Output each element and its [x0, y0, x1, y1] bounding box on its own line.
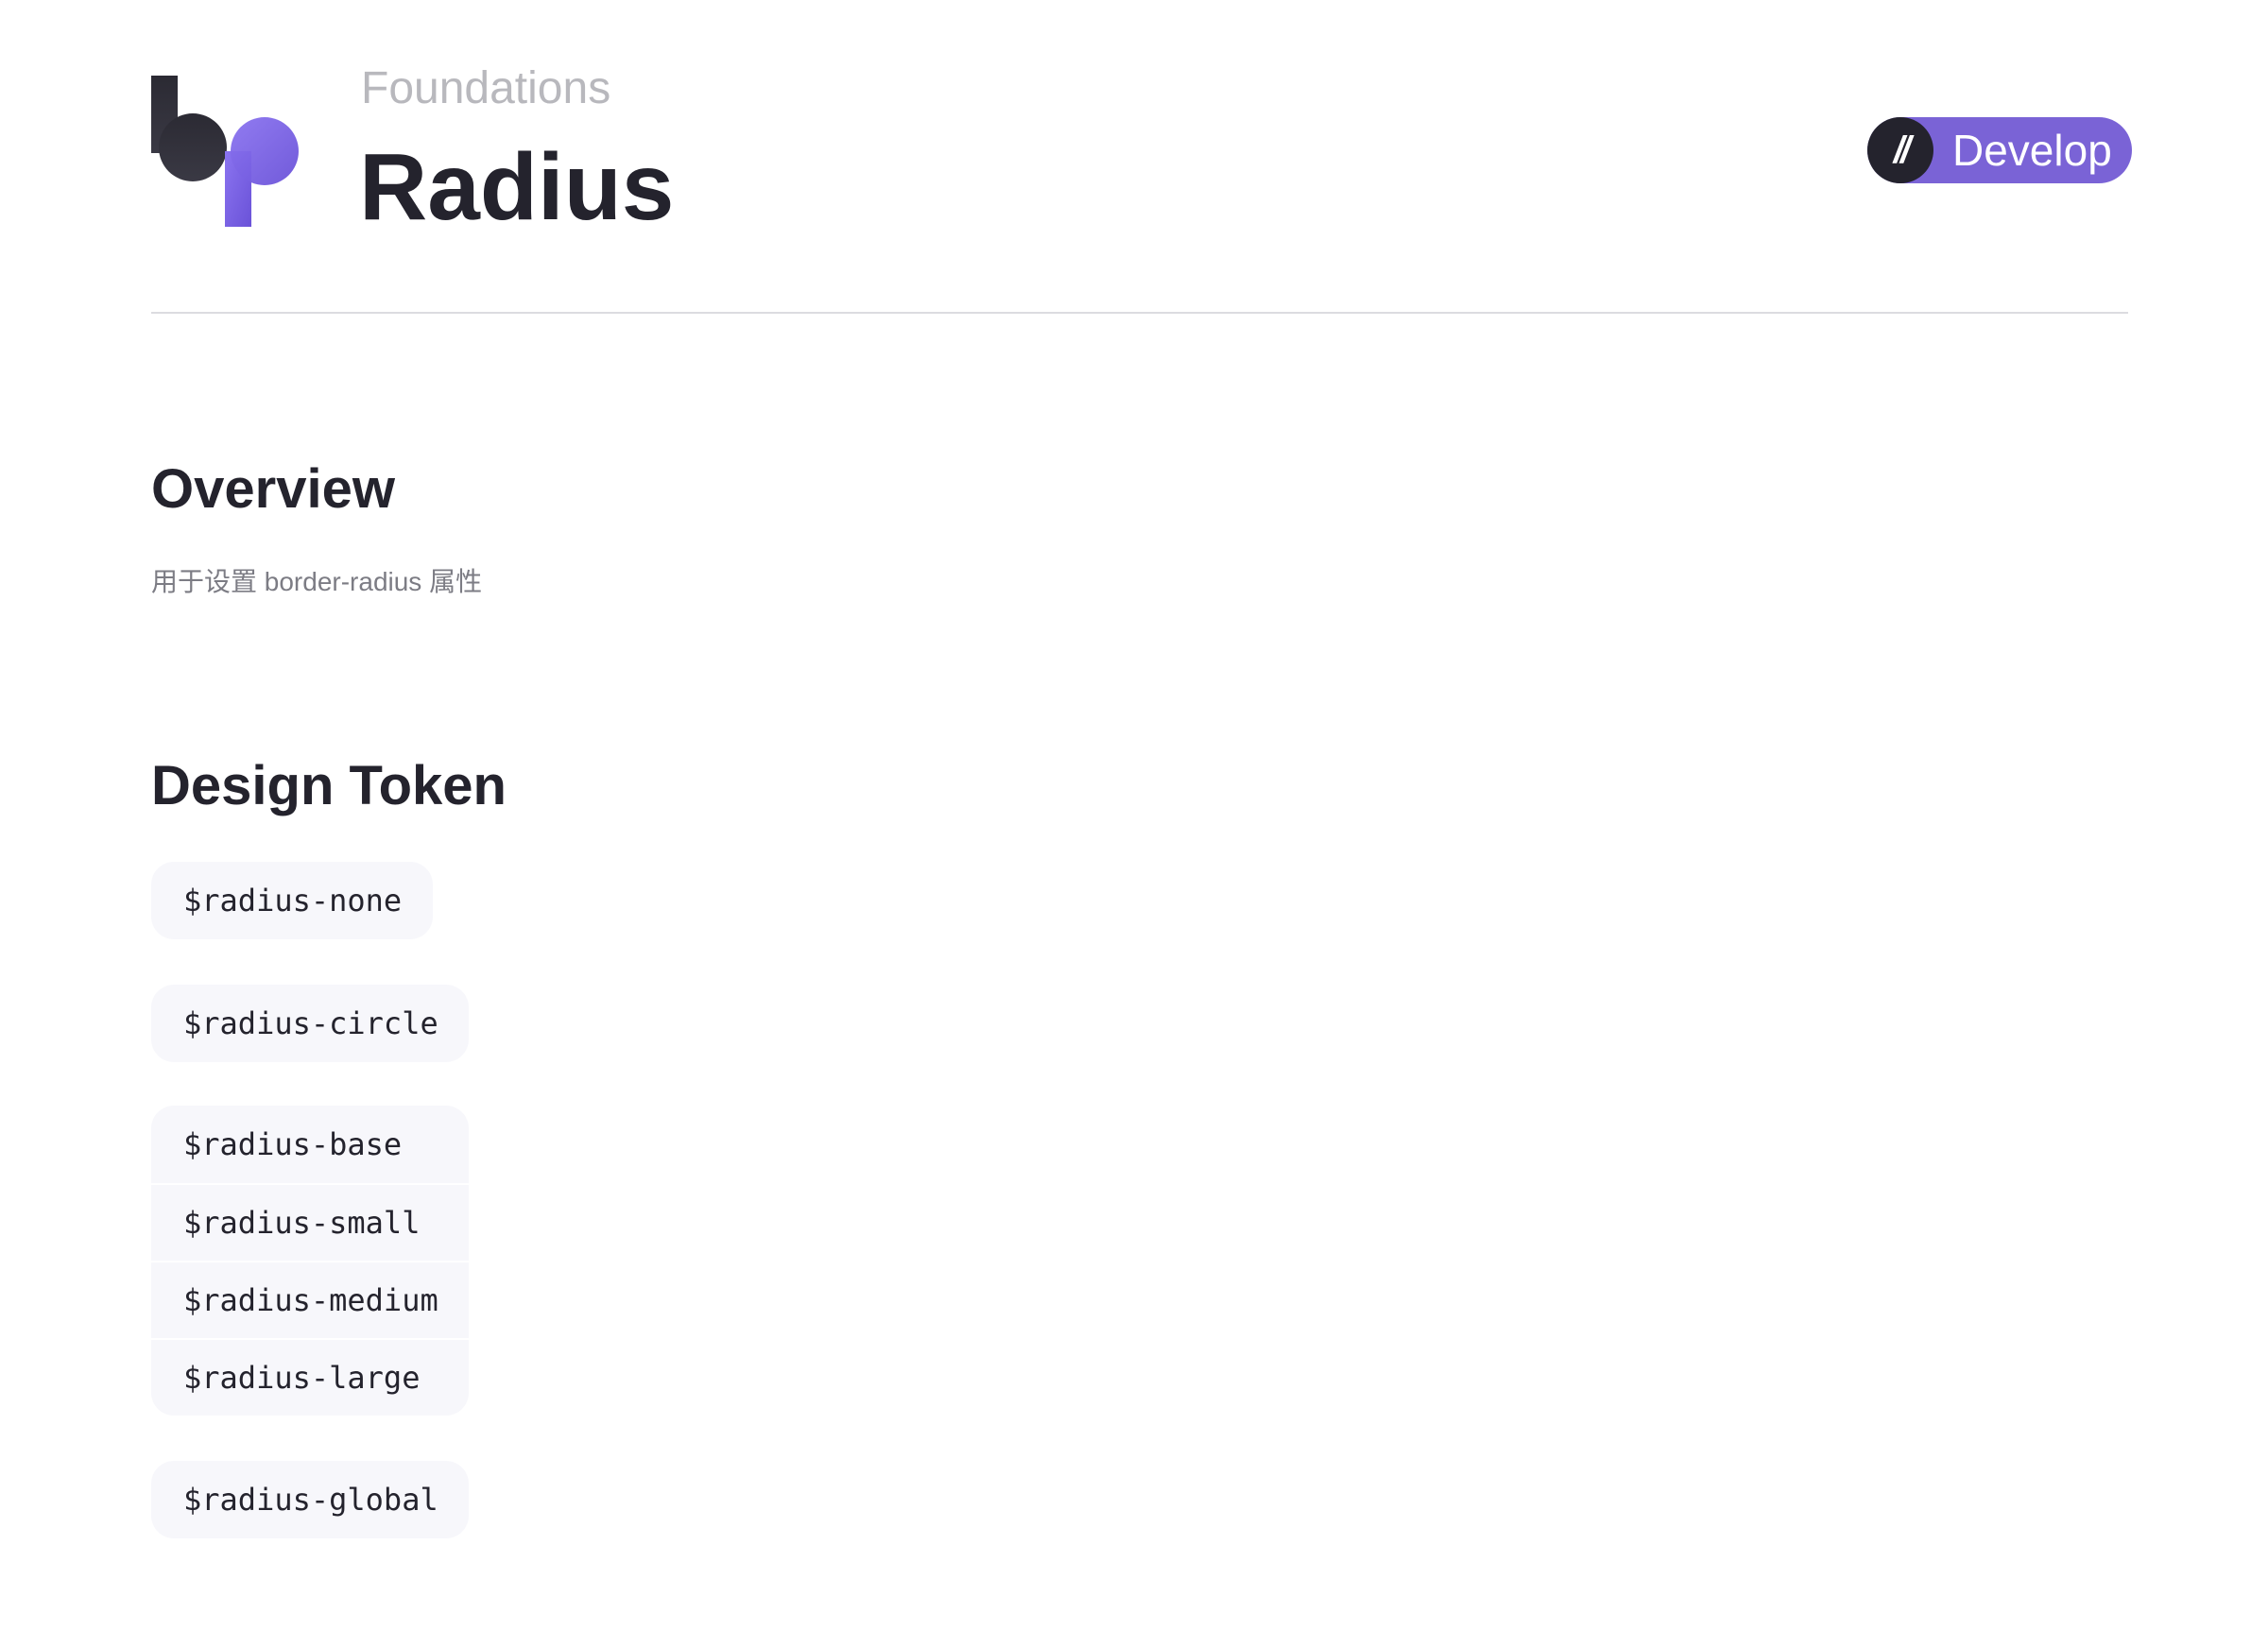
- develop-badge[interactable]: // Develop: [1867, 117, 2132, 183]
- page-subtitle: Foundations: [361, 63, 611, 113]
- overview-heading: Overview: [151, 458, 395, 520]
- brand-logo-icon: [151, 76, 302, 227]
- token-radius-small[interactable]: $radius-small: [151, 1183, 469, 1261]
- token-radius-circle: $radius-circle: [183, 1005, 438, 1041]
- token-radius-large[interactable]: $radius-large: [151, 1338, 469, 1416]
- design-token-heading: Design Token: [151, 755, 507, 816]
- token-radius-global: $radius-global: [183, 1482, 438, 1518]
- token-radius-none: $radius-none: [183, 883, 403, 919]
- token-radius-base[interactable]: $radius-base: [151, 1106, 469, 1183]
- token-chip-radius-global[interactable]: $radius-global: [151, 1461, 469, 1538]
- develop-badge-label: Develop: [1952, 126, 2112, 175]
- overview-description: 用于设置 border-radius 属性: [151, 567, 483, 596]
- header-divider: [151, 312, 2128, 314]
- token-radius-medium[interactable]: $radius-medium: [151, 1261, 469, 1338]
- token-chip-radius-circle[interactable]: $radius-circle: [151, 985, 469, 1062]
- code-slash-icon: //: [1867, 117, 1933, 183]
- token-chip-radius-none[interactable]: $radius-none: [151, 862, 433, 939]
- page-title: Radius: [359, 134, 675, 240]
- token-group-radius-sizes: $radius-base $radius-small $radius-mediu…: [151, 1106, 469, 1416]
